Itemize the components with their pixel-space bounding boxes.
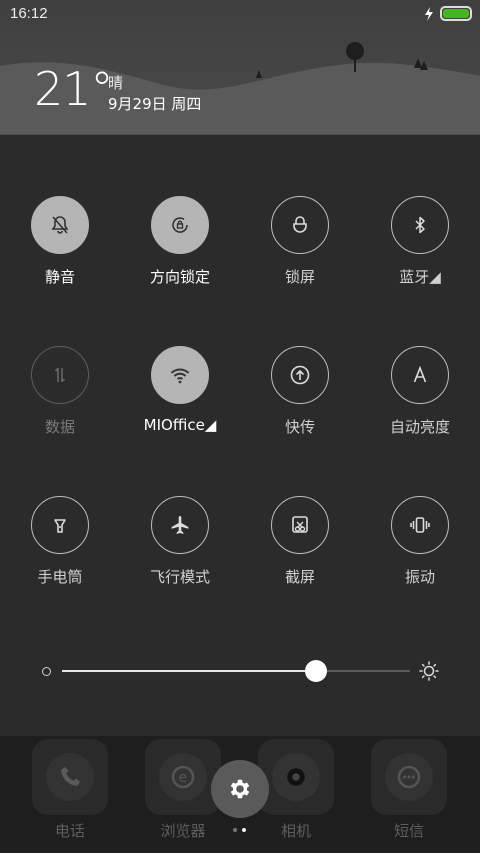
status-time: 16:12 [10, 5, 48, 22]
toggle-circle[interactable] [391, 196, 449, 254]
app-icon-box[interactable]: e [145, 739, 221, 815]
brightness-thumb[interactable] [305, 660, 328, 682]
toggle-bell-mute[interactable]: 静音 [0, 196, 120, 287]
rotation-lock-icon [172, 217, 188, 233]
toggle-label: 方向锁定 [149, 268, 210, 286]
weather-temperature: 21° [34, 62, 114, 116]
toggle-label: 自动亮度 [389, 418, 450, 436]
toggle-label: 数据 [44, 418, 75, 436]
toggle-label: 手电筒 [37, 568, 83, 586]
weather-header: 16:12 21° 晴 9月29日 周四 [0, 0, 480, 135]
wifi-icon [170, 368, 190, 384]
lock-icon [293, 216, 307, 233]
toggle-bluetooth[interactable]: 蓝牙◢ [360, 196, 480, 287]
battery-fill [443, 9, 469, 18]
app-label: 相机 [280, 822, 311, 840]
settings-button[interactable] [211, 760, 269, 818]
toggle-wifi[interactable]: MIOffice◢ [120, 346, 240, 434]
brightness-fill [62, 670, 317, 672]
brightness-low-icon [42, 667, 51, 676]
toggle-circle[interactable] [151, 196, 209, 254]
auto-brightness-icon [413, 365, 427, 383]
toggle-circle[interactable] [391, 346, 449, 404]
bell-mute-icon [51, 216, 69, 234]
quick-transfer-icon [290, 365, 310, 385]
gear-icon [230, 779, 250, 799]
dock-app-phone[interactable]: 电话 [15, 739, 125, 841]
app-label: 电话 [54, 822, 85, 840]
toggle-circle[interactable] [31, 496, 89, 554]
toggle-circle[interactable] [31, 196, 89, 254]
weather-date: 9月29日 周四 [108, 95, 202, 113]
toggle-screenshot[interactable]: 截屏 [240, 496, 360, 587]
bluetooth-icon [415, 216, 425, 234]
toggle-label: 飞行模式 [149, 568, 210, 586]
brightness-high-icon [419, 661, 439, 681]
toggle-label: 截屏 [284, 568, 315, 586]
toggle-label: 静音 [44, 268, 75, 286]
flashlight-icon [54, 519, 66, 533]
app-icon-box[interactable] [258, 739, 334, 815]
toggle-lock[interactable]: 锁屏 [240, 196, 360, 287]
toggle-circle[interactable] [31, 346, 89, 404]
toggle-rotation-lock[interactable]: 方向锁定 [120, 196, 240, 287]
dock-app-messages[interactable]: 短信 [354, 739, 464, 841]
toggle-label: 快传 [284, 418, 315, 436]
page-dot [233, 828, 237, 832]
toggle-label: 振动 [404, 568, 435, 586]
toggle-label: MIOffice◢ [143, 416, 217, 434]
weather-condition: 晴 [108, 74, 124, 92]
toggle-label: 蓝牙◢ [399, 268, 441, 286]
toggle-circle[interactable] [151, 346, 209, 404]
toggle-mobile-data[interactable]: 数据 [0, 346, 120, 437]
page-dot [242, 828, 246, 832]
app-icon-box[interactable] [371, 739, 447, 815]
toggle-circle[interactable] [151, 496, 209, 554]
app-label: 短信 [393, 822, 424, 840]
app-icon-box[interactable] [32, 739, 108, 815]
toggle-airplane[interactable]: 飞行模式 [120, 496, 240, 587]
toggle-circle[interactable] [391, 496, 449, 554]
messages-icon [397, 765, 421, 789]
lightning-bolt-icon [425, 6, 433, 21]
toggle-vibrate[interactable]: 振动 [360, 496, 480, 587]
toggle-flashlight[interactable]: 手电筒 [0, 496, 120, 587]
toggle-circle[interactable] [271, 346, 329, 404]
browser-icon: e [171, 765, 195, 789]
phone-icon [61, 767, 80, 786]
camera-icon [287, 768, 305, 786]
vibrate-icon [410, 517, 430, 533]
airplane-icon [171, 516, 189, 534]
brightness-slider[interactable] [0, 660, 480, 684]
toggle-auto-brightness[interactable]: 自动亮度 [360, 346, 480, 437]
status-icons [424, 6, 472, 21]
screenshot-icon [292, 516, 308, 533]
quick-settings-panel: 静音 方向锁定 锁屏 蓝牙◢ 数据 MIOffice◢ 快传 自动亮度手电筒 飞行模式 截屏 振动 [0, 136, 480, 736]
mobile-data-icon [54, 367, 66, 383]
app-label: 浏览器 [160, 822, 206, 840]
toggle-label: 锁屏 [284, 268, 315, 286]
toggle-circle[interactable] [271, 196, 329, 254]
battery-icon [440, 6, 472, 21]
toggle-circle[interactable] [271, 496, 329, 554]
page-indicator [233, 828, 246, 832]
svg-text:e: e [179, 770, 187, 786]
toggle-quick-transfer[interactable]: 快传 [240, 346, 360, 437]
